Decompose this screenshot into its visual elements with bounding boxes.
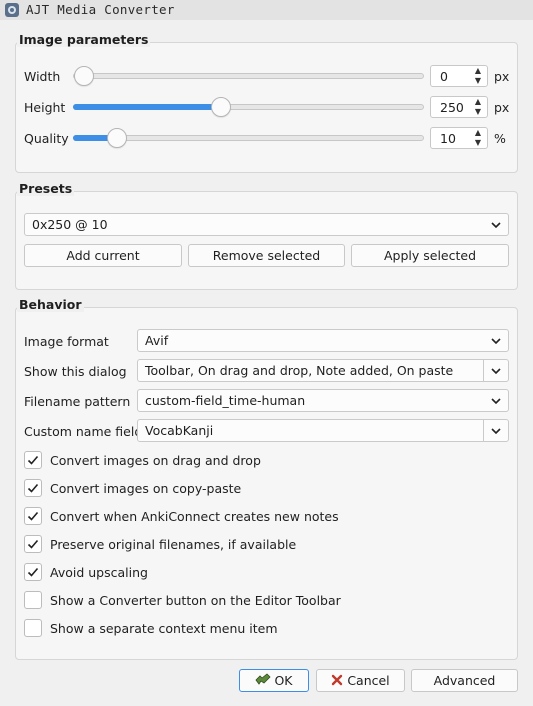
behavior-title: Behavior (17, 297, 84, 312)
width-spinbox[interactable]: 0 ▲ ▼ (430, 65, 488, 87)
checkbox-ankiconnect[interactable] (24, 507, 42, 525)
advanced-button[interactable]: Advanced (411, 669, 518, 692)
quality-slider-thumb[interactable] (107, 128, 127, 148)
height-slider-thumb[interactable] (211, 97, 231, 117)
cancel-x-icon (332, 674, 343, 686)
show-dialog-value: Toolbar, On drag and drop, Note added, O… (145, 363, 454, 378)
presets-title: Presets (17, 181, 75, 196)
quality-spinbox[interactable]: 10 ▲ ▼ (430, 127, 488, 149)
presets-selected: 0x250 @ 10 (32, 217, 108, 232)
checkbox-drag-drop[interactable] (24, 451, 42, 469)
chevron-down-icon[interactable] (490, 425, 502, 437)
custom-name-field-label: Custom name field (24, 424, 143, 439)
quality-value: 10 (440, 131, 456, 146)
image-format-label: Image format (24, 334, 109, 349)
checkbox-label: Preserve original filenames, if availabl… (50, 537, 297, 552)
remove-selected-button[interactable]: Remove selected (188, 244, 345, 267)
checkmark-icon (27, 539, 39, 549)
width-value: 0 (440, 69, 448, 84)
apply-selected-button[interactable]: Apply selected (351, 244, 509, 267)
checkbox-label: Convert images on copy-paste (50, 481, 242, 496)
filename-pattern-label: Filename pattern (24, 394, 131, 409)
checkbox-editor-toolbar-button[interactable] (24, 591, 42, 609)
checkbox-label: Convert when AnkiConnect creates new not… (50, 509, 339, 524)
presets-combobox[interactable]: 0x250 @ 10 (24, 213, 509, 236)
checkmark-icon (27, 455, 39, 465)
show-dialog-combobox[interactable]: Toolbar, On drag and drop, Note added, O… (137, 359, 509, 382)
checkmark-icon (27, 483, 39, 493)
height-value: 250 (440, 100, 464, 115)
image-format-value: Avif (145, 333, 169, 348)
spin-arrows-icon[interactable]: ▲ ▼ (473, 128, 483, 148)
height-spinbox[interactable]: 250 ▲ ▼ (430, 96, 488, 118)
ok-button[interactable]: OK (239, 669, 309, 692)
combo-separator (483, 360, 484, 381)
image-parameters-title: Image parameters (17, 32, 151, 47)
app-icon (5, 3, 19, 17)
height-slider-fill (73, 104, 223, 110)
ok-label: OK (274, 673, 293, 688)
filename-pattern-value: custom-field_time-human (145, 393, 306, 408)
custom-name-field-combobox[interactable]: VocabKanji (137, 419, 509, 442)
checkmark-icon (27, 567, 39, 577)
chevron-down-icon (491, 222, 501, 229)
width-slider[interactable] (73, 66, 424, 86)
add-current-button[interactable]: Add current (24, 244, 182, 267)
height-slider[interactable] (73, 97, 424, 117)
checkbox-label: Convert images on drag and drop (50, 453, 261, 468)
checkbox-context-menu-item[interactable] (24, 619, 42, 637)
chevron-down-icon[interactable] (490, 365, 502, 377)
spin-arrows-icon[interactable]: ▲ ▼ (473, 97, 483, 117)
checkbox-preserve-filenames[interactable] (24, 535, 42, 553)
checkbox-label: Show a Converter button on the Editor To… (50, 593, 341, 608)
image-format-combobox[interactable]: Avif (137, 329, 509, 352)
quality-label: Quality (24, 131, 69, 146)
chevron-down-icon (491, 338, 501, 345)
chevron-down-icon (491, 398, 501, 405)
filename-pattern-combobox[interactable]: custom-field_time-human (137, 389, 509, 412)
checkbox-copy-paste[interactable] (24, 479, 42, 497)
height-unit: px (494, 100, 510, 115)
combo-separator (483, 420, 484, 441)
checkmark-icon (27, 511, 39, 521)
ok-hand-icon (255, 673, 272, 685)
spin-arrows-icon[interactable]: ▲ ▼ (473, 66, 483, 86)
checkbox-label: Avoid upscaling (50, 565, 148, 580)
quality-slider[interactable] (73, 128, 424, 148)
cancel-button[interactable]: Cancel (316, 669, 405, 692)
checkbox-label: Show a separate context menu item (50, 621, 278, 636)
height-label: Height (24, 100, 66, 115)
width-label: Width (24, 69, 61, 84)
width-unit: px (494, 69, 510, 84)
title-bar: AJT Media Converter (0, 0, 533, 20)
presets-group (15, 191, 518, 290)
custom-name-field-value: VocabKanji (145, 423, 214, 438)
show-dialog-label: Show this dialog (24, 364, 127, 379)
checkbox-avoid-upscaling[interactable] (24, 563, 42, 581)
quality-unit: % (494, 131, 506, 146)
cancel-label: Cancel (347, 673, 390, 688)
width-slider-thumb[interactable] (74, 66, 94, 86)
window-title: AJT Media Converter (26, 2, 175, 17)
